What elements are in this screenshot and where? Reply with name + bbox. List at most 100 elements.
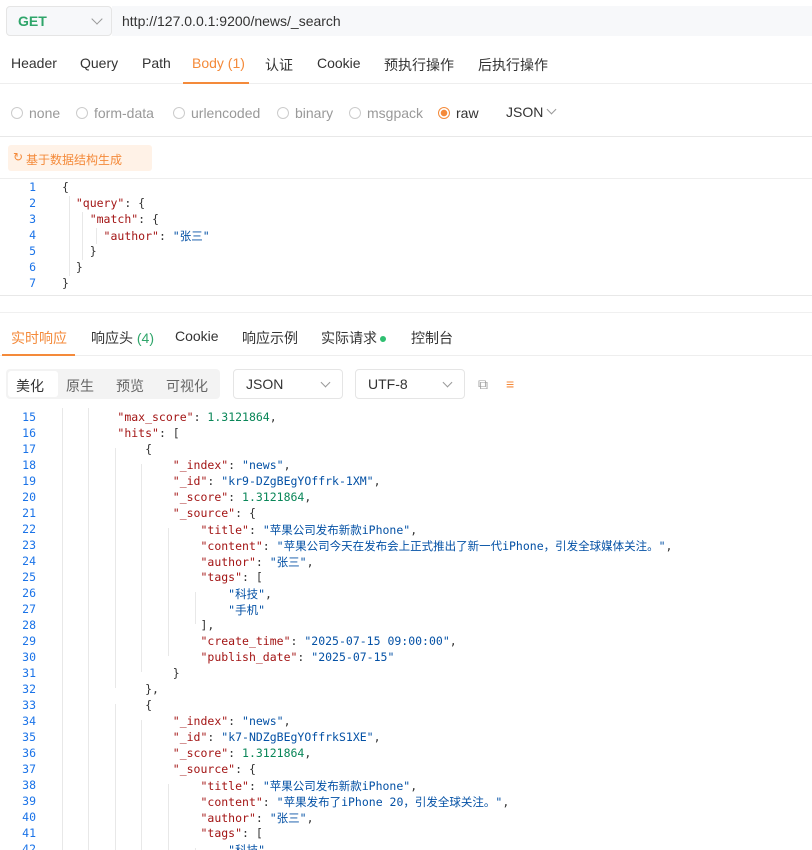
radio-icon <box>173 107 185 119</box>
code-line: { <box>62 698 153 712</box>
code-line: }, <box>62 682 159 696</box>
tab-label: 响应头 <box>91 330 133 346</box>
code-line: "_source": { <box>172 506 256 520</box>
radio-label: form-data <box>94 105 154 121</box>
code-line: } <box>62 276 69 290</box>
request-tabs: Header Query Path Body (1) 认证 Cookie 预执行… <box>0 42 812 84</box>
select-value: JSON <box>246 376 284 392</box>
active-tab-indicator <box>183 82 249 84</box>
line-number: 5 <box>29 244 36 258</box>
response-format-select[interactable]: JSON <box>233 369 343 399</box>
tab-cookie[interactable]: Cookie <box>317 55 361 71</box>
code-line: "hits": [ <box>117 426 180 440</box>
select-value: UTF-8 <box>368 376 408 392</box>
code-line: "title": "苹果公司发布新款iPhone", <box>200 779 418 793</box>
radio-icon <box>349 107 361 119</box>
line-number: 42 <box>22 842 36 850</box>
refresh-icon: ↻ <box>13 150 24 164</box>
tab-pre-script[interactable]: 预执行操作 <box>384 55 454 75</box>
line-number: 3 <box>29 212 36 226</box>
tab-path[interactable]: Path <box>142 55 171 71</box>
url-input[interactable]: http://127.0.0.1:9200/news/_search <box>112 6 812 36</box>
tab-actual-request[interactable]: 实际请求 <box>321 328 386 348</box>
line-number: 18 <box>22 458 36 472</box>
line-number: 26 <box>22 586 36 600</box>
code-line: "content": "苹果发布了iPhone 20，引发全球关注。", <box>200 795 510 809</box>
format-icon[interactable]: ≡ <box>506 376 514 392</box>
line-number: 40 <box>22 810 36 824</box>
line-number: 7 <box>29 276 36 290</box>
radio-none[interactable]: none <box>11 105 60 121</box>
body-format-select[interactable]: JSON <box>506 104 543 120</box>
line-number: 30 <box>22 650 36 664</box>
view-preview[interactable]: 预览 <box>116 376 144 396</box>
line-number: 33 <box>22 698 36 712</box>
tab-auth[interactable]: 认证 <box>265 55 293 75</box>
code-line: "content": "苹果公司今天在发布会上正式推出了新一代iPhone，引发… <box>200 539 673 553</box>
code-line: "publish_date": "2025-07-15" <box>200 650 395 664</box>
line-number: 17 <box>22 442 36 456</box>
tab-body[interactable]: Body (1) <box>192 55 245 71</box>
tab-label: 实际请求 <box>321 330 377 346</box>
body-type-group: none form-data urlencoded binary msgpack… <box>0 96 812 128</box>
code-line: "_id": "kr9-DZgBEgYOffrk-1XM", <box>172 474 381 488</box>
radio-msgpack[interactable]: msgpack <box>349 105 423 121</box>
radio-icon <box>11 107 23 119</box>
method-select[interactable]: GET <box>6 6 112 36</box>
code-line: "科技", <box>228 587 272 601</box>
copy-icon[interactable]: ⧉ <box>478 376 488 393</box>
tab-console[interactable]: 控制台 <box>411 328 453 348</box>
code-line: "_index": "news", <box>172 458 291 472</box>
line-number: 28 <box>22 618 36 632</box>
code-line: } <box>62 666 180 680</box>
tab-post-script[interactable]: 后执行操作 <box>478 55 548 75</box>
view-pretty[interactable]: 美化 <box>16 376 44 396</box>
radio-binary[interactable]: binary <box>277 105 333 121</box>
line-number: 21 <box>22 506 36 520</box>
view-raw[interactable]: 原生 <box>66 376 94 396</box>
code-line: "_score": 1.3121864, <box>172 490 312 504</box>
generate-label: 基于数据结构生成 <box>26 153 123 167</box>
code-line: "author": "张三", <box>200 811 314 825</box>
line-number: 36 <box>22 746 36 760</box>
code-line: } <box>62 260 83 274</box>
line-number: 32 <box>22 682 36 696</box>
tab-response-example[interactable]: 响应示例 <box>242 328 298 348</box>
line-number: 22 <box>22 522 36 536</box>
line-number: 24 <box>22 554 36 568</box>
tab-response-cookie[interactable]: Cookie <box>175 328 219 344</box>
generate-from-schema-button[interactable]: ↻ 基于数据结构生成 <box>8 145 152 171</box>
line-number: 37 <box>22 762 36 776</box>
code-line: "author": "张三" <box>103 229 210 243</box>
method-label: GET <box>18 13 47 29</box>
code-line: "_score": 1.3121864, <box>172 746 312 760</box>
code-line: "tags": [ <box>200 826 263 840</box>
radio-raw[interactable]: raw <box>438 105 479 121</box>
radio-label: raw <box>456 105 479 121</box>
code-line: ], <box>62 618 215 632</box>
url-bar: GET http://127.0.0.1:9200/news/_search <box>0 0 812 42</box>
code-line: "_source": { <box>172 762 256 776</box>
radio-icon <box>76 107 88 119</box>
code-line: "match": { <box>89 212 159 226</box>
encoding-select[interactable]: UTF-8 <box>355 369 465 399</box>
line-number: 34 <box>22 714 36 728</box>
line-number: 39 <box>22 794 36 808</box>
tab-realtime-response[interactable]: 实时响应 <box>11 328 67 348</box>
line-number: 15 <box>22 410 36 424</box>
tab-query[interactable]: Query <box>80 55 118 71</box>
code-line: "title": "苹果公司发布新款iPhone", <box>200 523 418 537</box>
radio-label: binary <box>295 105 334 121</box>
chevron-down-icon <box>91 13 103 25</box>
view-visualize[interactable]: 可视化 <box>166 376 208 396</box>
code-line: "手机" <box>228 603 266 617</box>
chevron-down-icon <box>442 377 453 388</box>
status-dot-icon <box>380 336 386 342</box>
line-number: 27 <box>22 602 36 616</box>
radio-urlencoded[interactable]: urlencoded <box>173 105 260 121</box>
code-line: "科技", <box>228 843 272 850</box>
response-body-viewer[interactable]: 15 "max_score": 1.3121864, 16 "hits": [17… <box>0 408 812 850</box>
tab-response-headers[interactable]: 响应头 (4) <box>91 328 154 348</box>
radio-form-data[interactable]: form-data <box>76 105 154 121</box>
tab-header[interactable]: Header <box>11 55 57 71</box>
